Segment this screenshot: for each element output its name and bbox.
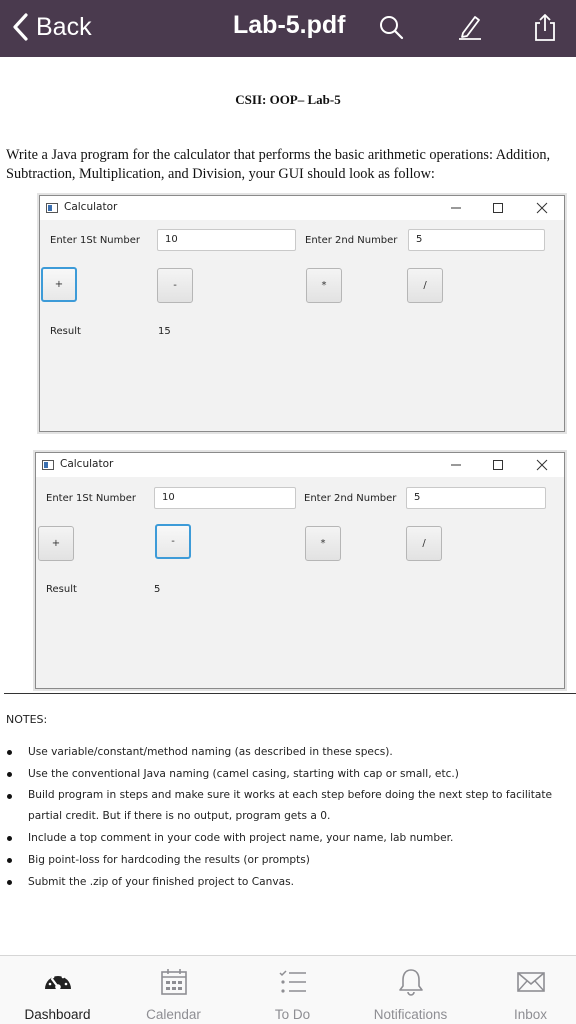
tab-label: Notifications [373, 1007, 448, 1022]
calculator-title: Calculator [60, 458, 114, 470]
section-divider [4, 693, 576, 694]
maximize-icon[interactable] [488, 199, 508, 217]
minimize-icon[interactable] [446, 199, 466, 217]
calculator-title: Calculator [64, 201, 118, 213]
list-item: Submit the .zip of your finished project… [0, 871, 576, 893]
second-number-input[interactable]: 5 [406, 487, 546, 509]
second-number-input[interactable]: 5 [408, 229, 545, 251]
calculator-window-2: Calculator Enter 1St Number 10 Enter 2nd… [35, 452, 565, 689]
calculator-window-1: Calculator Enter 1St Number 10 Enter 2nd… [39, 195, 565, 432]
tab-inbox[interactable]: Inbox [473, 956, 576, 1024]
calendar-icon [157, 966, 191, 998]
first-number-input[interactable]: 10 [154, 487, 296, 509]
share-icon[interactable] [528, 10, 562, 44]
tab-todo[interactable]: To Do [235, 956, 350, 1024]
chevron-left-icon [13, 13, 28, 41]
close-icon[interactable] [532, 456, 552, 474]
result-label: Result [50, 326, 81, 337]
envelope-icon [514, 966, 548, 998]
calculator-titlebar: Calculator [36, 453, 564, 477]
document-heading: CSII: OOP– Lab-5 [235, 92, 341, 107]
tab-label: To Do [274, 1007, 311, 1022]
list-item: Include a top comment in your code with … [0, 827, 576, 849]
tab-label: Calendar [146, 1007, 201, 1022]
subtract-button[interactable]: - [157, 268, 193, 303]
maximize-icon[interactable] [488, 456, 508, 474]
close-icon[interactable] [532, 199, 552, 217]
list-item: Use the conventional Java naming (camel … [0, 763, 576, 785]
back-button[interactable]: Back [10, 10, 92, 44]
bottom-tab-bar: Dashboard Calendar To Do Notifications I… [0, 955, 576, 1024]
list-item: Big point-loss for hardcoding the result… [0, 849, 576, 871]
notes-list: Use variable/constant/method naming (as … [0, 741, 576, 893]
document-intro: Write a Java program for the calculator … [6, 147, 551, 182]
add-button[interactable]: + [41, 267, 77, 302]
notes-heading: NOTES: [6, 713, 48, 726]
first-number-label: Enter 1St Number [46, 493, 136, 504]
subtract-button[interactable]: - [155, 524, 191, 559]
multiply-button[interactable]: * [305, 526, 341, 561]
second-number-label: Enter 2nd Number [305, 235, 398, 246]
document-title: Lab-5.pdf [233, 11, 346, 39]
app-window-icon [42, 460, 54, 470]
second-number-label: Enter 2nd Number [304, 493, 397, 504]
calculator-titlebar: Calculator [40, 196, 564, 220]
search-icon[interactable] [374, 10, 408, 44]
first-number-input[interactable]: 10 [157, 229, 296, 251]
tab-label: Dashboard [24, 1007, 91, 1022]
top-navigation-bar: Back Lab-5.pdf [0, 0, 576, 57]
tab-dashboard[interactable]: Dashboard [0, 956, 115, 1024]
tab-label: Inbox [513, 1007, 548, 1022]
todo-list-icon [276, 966, 310, 998]
divide-button[interactable]: / [406, 526, 442, 561]
tab-calendar[interactable]: Calendar [116, 956, 231, 1024]
dashboard-speedometer-icon [41, 966, 75, 998]
app-window-icon [46, 203, 58, 213]
pdf-document[interactable]: CSII: OOP– Lab-5 Write a Java program fo… [0, 57, 576, 955]
add-button[interactable]: + [38, 526, 74, 561]
result-value: 5 [154, 584, 161, 595]
list-item: Build program in steps and make sure it … [0, 785, 576, 827]
multiply-button[interactable]: * [306, 268, 342, 303]
annotate-pen-icon[interactable] [452, 10, 486, 44]
minimize-icon[interactable] [446, 456, 466, 474]
result-label: Result [46, 584, 77, 595]
bell-icon [394, 966, 428, 998]
first-number-label: Enter 1St Number [50, 235, 140, 246]
list-item: Use variable/constant/method naming (as … [0, 741, 576, 763]
divide-button[interactable]: / [407, 268, 443, 303]
tab-notifications[interactable]: Notifications [353, 956, 468, 1024]
result-value: 15 [158, 326, 171, 337]
back-label: Back [36, 12, 92, 41]
